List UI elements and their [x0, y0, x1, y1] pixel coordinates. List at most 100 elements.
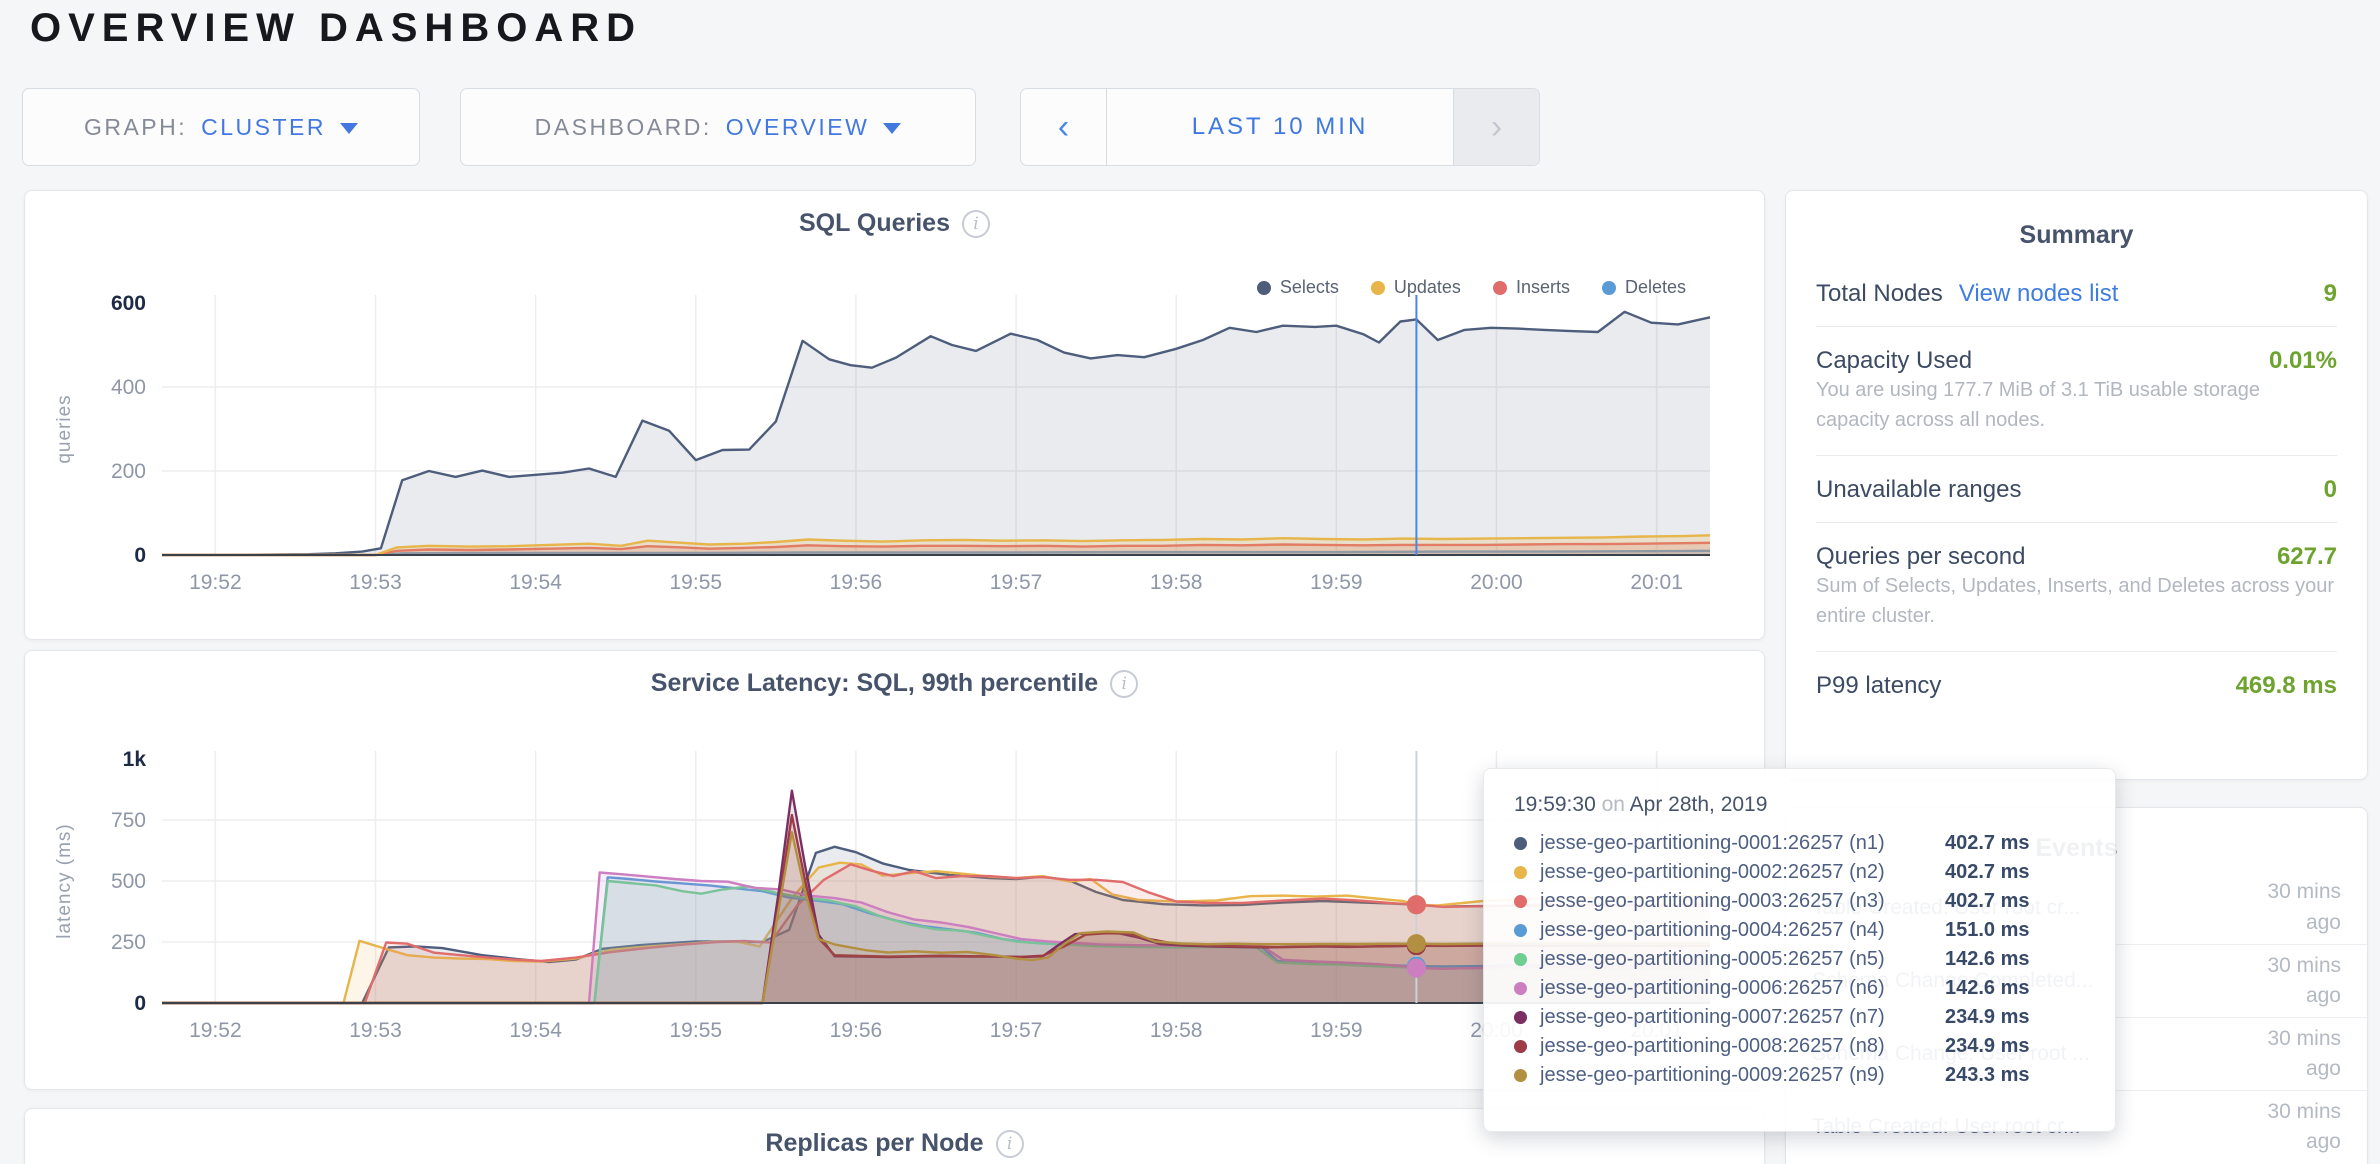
svg-text:600: 600: [111, 292, 146, 315]
tooltip-node-row: jesse-geo-partitioning-0004:26257 (n4) 15…: [1514, 916, 2085, 945]
event-time: 30 mins ago: [2235, 951, 2341, 1012]
svg-text:19:57: 19:57: [990, 1019, 1043, 1042]
summary-row-total-nodes: Total Nodes View nodes list 9: [1816, 260, 2337, 327]
tooltip-timestamp: 19:59:30 on Apr 28th, 2019: [1514, 793, 2085, 817]
tooltip-node-row: jesse-geo-partitioning-0008:26257 (n8)23…: [1514, 1032, 2085, 1061]
series-dot-icon: [1514, 1011, 1527, 1024]
tooltip-date: Apr 28th, 2019: [1630, 793, 1768, 816]
p99-latency-value: 469.8 ms: [2236, 672, 2337, 700]
series-dot-icon: [1514, 866, 1527, 879]
tooltip-node-row: jesse-geo-partitioning-0006:26257 (n6) 14…: [1514, 974, 2085, 1003]
svg-text:500: 500: [111, 870, 146, 893]
tooltip-node-name: jesse-geo-partitioning-0008:26257 (n8): [1540, 1035, 1885, 1058]
summary-title: Summary: [1786, 191, 2367, 250]
unavailable-ranges-label: Unavailable ranges: [1816, 476, 2021, 504]
svg-text:200: 200: [111, 460, 146, 483]
tooltip-node-value: 402.7 ms: [1945, 832, 2085, 855]
time-range-next-button[interactable]: ›: [1453, 89, 1539, 165]
tooltip-node-value: 142.6 ms: [1945, 977, 2085, 1000]
time-range-prev-button[interactable]: ‹: [1021, 89, 1107, 165]
chevron-down-icon: [883, 123, 901, 134]
svg-text:0: 0: [134, 544, 146, 567]
graph-dropdown-label: GRAPH:: [84, 114, 187, 141]
qps-value: 627.7: [2277, 543, 2337, 571]
series-dot-icon: [1514, 895, 1527, 908]
event-time: 30 mins ago: [2235, 1097, 2341, 1158]
unavailable-ranges-value: 0: [2324, 476, 2337, 504]
graph-dropdown-value: CLUSTER: [201, 114, 326, 141]
chart-hover-tooltip: 19:59:30 on Apr 28th, 2019 jesse-geo-par…: [1483, 768, 2116, 1132]
tooltip-time: 19:59:30: [1514, 793, 1596, 816]
svg-text:19:52: 19:52: [189, 1019, 242, 1042]
tooltip-node-name: jesse-geo-partitioning-0001:26257 (n1): [1540, 832, 1885, 855]
total-nodes-label: Total Nodes: [1816, 280, 1943, 308]
tooltip-node-row: jesse-geo-partitioning-0005:26257 (n5) 14…: [1514, 945, 2085, 974]
svg-text:19:53: 19:53: [349, 571, 402, 594]
tooltip-node-value: 234.9 ms: [1945, 1006, 2085, 1029]
capacity-used-label: Capacity Used: [1816, 347, 1972, 375]
tooltip-node-name: jesse-geo-partitioning-0009:26257 (n9): [1540, 1064, 1885, 1087]
view-nodes-list-link[interactable]: View nodes list: [1959, 280, 2119, 308]
svg-text:19:53: 19:53: [349, 1019, 402, 1042]
series-dot-icon: [1514, 953, 1527, 966]
svg-text:19:58: 19:58: [1150, 1019, 1203, 1042]
tooltip-node-name: jesse-geo-partitioning-0005:26257 (n5): [1540, 948, 1885, 971]
svg-text:250: 250: [111, 931, 146, 954]
tooltip-node-row: jesse-geo-partitioning-0003:26257 (n3) 40…: [1514, 887, 2085, 916]
chevron-right-icon: ›: [1491, 108, 1502, 147]
event-time: 30 mins ago: [2235, 877, 2341, 938]
svg-text:19:56: 19:56: [830, 1019, 883, 1042]
series-dot-icon: [1514, 1040, 1527, 1053]
svg-text:19:54: 19:54: [509, 571, 562, 594]
time-range-picker: ‹ LAST 10 MIN ›: [1020, 88, 1540, 166]
qps-desc: Sum of Selects, Updates, Inserts, and De…: [1816, 571, 2337, 652]
tooltip-node-value: 402.7 ms: [1945, 861, 2085, 884]
svg-text:19:57: 19:57: [990, 571, 1043, 594]
svg-text:19:58: 19:58: [1150, 571, 1203, 594]
sql-queries-chart[interactable]: 19:5219:5319:5419:5519:5619:5719:5819:59…: [25, 191, 1766, 641]
total-nodes-value: 9: [2324, 280, 2337, 308]
series-dot-icon: [1514, 1069, 1527, 1082]
svg-text:0: 0: [134, 992, 146, 1015]
svg-text:19:56: 19:56: [830, 571, 883, 594]
tooltip-node-name: jesse-geo-partitioning-0002:26257 (n2): [1540, 861, 1885, 884]
svg-text:20:01: 20:01: [1630, 571, 1683, 594]
summary-panel: Summary Total Nodes View nodes list 9 Ca…: [1785, 190, 2368, 780]
tooltip-node-name: jesse-geo-partitioning-0003:26257 (n3): [1540, 890, 1885, 913]
graph-dropdown[interactable]: GRAPH: CLUSTER: [22, 88, 420, 166]
tooltip-node-value: 151.0 ms: [1945, 919, 2085, 942]
dashboard-dropdown[interactable]: DASHBOARD: OVERVIEW: [460, 88, 976, 166]
tooltip-node-row: jesse-geo-partitioning-0007:26257 (n7) 23…: [1514, 1003, 2085, 1032]
capacity-used-desc: You are using 177.7 MiB of 3.1 TiB usabl…: [1816, 375, 2337, 456]
tooltip-node-name: jesse-geo-partitioning-0006:26257 (n6): [1540, 977, 1885, 1000]
replicas-per-node-title: Replicas per Node: [765, 1129, 983, 1158]
svg-text:19:52: 19:52: [189, 571, 242, 594]
info-icon[interactable]: i: [996, 1130, 1024, 1158]
tooltip-on: on: [1602, 793, 1625, 816]
svg-text:19:59: 19:59: [1310, 571, 1363, 594]
tooltip-node-name: jesse-geo-partitioning-0007:26257 (n7): [1540, 1006, 1885, 1029]
tooltip-node-row: jesse-geo-partitioning-0009:26257 (n9) 24…: [1514, 1061, 2085, 1090]
svg-text:19:54: 19:54: [509, 1019, 562, 1042]
series-dot-icon: [1514, 924, 1527, 937]
tooltip-node-value: 243.3 ms: [1945, 1064, 2085, 1087]
event-time: 30 mins ago: [2235, 1024, 2341, 1085]
time-range-label[interactable]: LAST 10 MIN: [1107, 89, 1453, 165]
tooltip-node-value: 402.7 ms: [1945, 890, 2085, 913]
tooltip-node-name: jesse-geo-partitioning-0004:26257 (n4): [1540, 919, 1885, 942]
dashboard-dropdown-value: OVERVIEW: [726, 114, 870, 141]
svg-text:750: 750: [111, 809, 146, 832]
overview-dashboard-page: OVERVIEW DASHBOARD GRAPH: CLUSTER DASHBO…: [0, 0, 2380, 1164]
svg-text:19:55: 19:55: [670, 1019, 723, 1042]
svg-text:1k: 1k: [123, 748, 147, 771]
summary-row-p99: P99 latency 469.8 ms: [1816, 652, 2337, 718]
p99-latency-label: P99 latency: [1816, 672, 1941, 700]
sql-queries-panel: SQL Queries i SelectsUpdatesInsertsDelet…: [24, 190, 1765, 640]
series-dot-icon: [1514, 837, 1527, 850]
svg-text:latency (ms): latency (ms): [54, 823, 75, 938]
chevron-left-icon: ‹: [1058, 108, 1069, 147]
tooltip-node-value: 142.6 ms: [1945, 948, 2085, 971]
svg-text:queries: queries: [54, 394, 75, 463]
series-dot-icon: [1514, 982, 1527, 995]
tooltip-node-row: jesse-geo-partitioning-0002:26257 (n2) 40…: [1514, 858, 2085, 887]
